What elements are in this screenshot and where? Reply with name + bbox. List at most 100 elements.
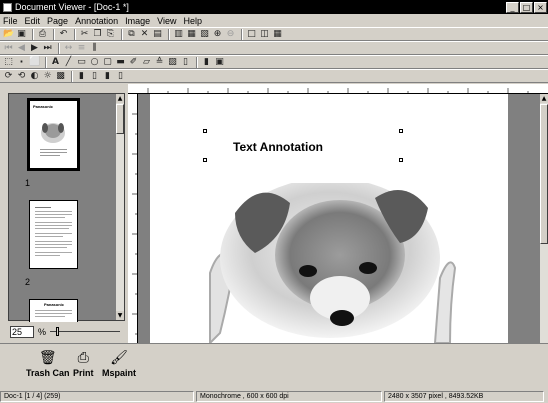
annotation-handle-tl[interactable] [203, 129, 207, 133]
text-annotation[interactable]: Text Annotation [233, 140, 323, 154]
document-page[interactable]: Text Annotation [150, 94, 508, 343]
thumbnail-page-2[interactable] [29, 200, 78, 269]
rotate-icon[interactable]: ⟳ [3, 71, 14, 82]
first-page-icon[interactable]: ⏮ [3, 43, 14, 54]
view-thumbnail-icon[interactable]: ▦ [272, 29, 283, 40]
scroll-down-icon[interactable]: ▼ [116, 311, 124, 320]
zoom-input[interactable]: 25 [10, 325, 34, 338]
filled-rect-icon[interactable]: ▬ [115, 57, 126, 68]
dog-thumbnail-image [40, 123, 67, 156]
status-color: Monochrome , 600 x 600 dpi [196, 391, 382, 402]
status-page: Doc-1 [1 / 4] (259) [0, 391, 194, 402]
scroll-up-icon[interactable]: ▲ [116, 94, 124, 103]
highlighter-icon[interactable]: ▱ [141, 57, 152, 68]
minimize-button[interactable]: _ [506, 1, 519, 13]
window-icon[interactable]: ▣ [214, 57, 225, 68]
page-b-icon[interactable]: ▯ [89, 71, 100, 82]
mspaint-shortcut[interactable]: 🖌 Mspaint [102, 350, 136, 378]
fit-width-icon[interactable]: ↔ [63, 43, 74, 54]
trash-can-shortcut[interactable]: 🗑 Trash Can [26, 350, 70, 378]
move-icon[interactable]: ⬝ [16, 57, 27, 68]
duplicate-icon[interactable]: ⧉ [126, 29, 137, 40]
thumbnail-number-1: 1 [25, 178, 31, 188]
viewer-scroll-up-icon[interactable]: ▲ [540, 94, 548, 103]
menu-page[interactable]: Page [47, 16, 68, 26]
fit-page-icon[interactable]: ≡ [76, 43, 87, 54]
vertical-ruler [128, 94, 138, 343]
filter-icon[interactable]: ▩ [55, 71, 66, 82]
thumbnail-page-1[interactable]: Panasonic [27, 98, 80, 171]
menu-view[interactable]: View [157, 16, 176, 26]
fit-all-icon[interactable]: ⫼ [89, 43, 100, 54]
scroll-thumb[interactable] [116, 104, 124, 134]
line-icon[interactable]: ╱ [63, 57, 74, 68]
app-icon [3, 2, 12, 12]
status-size: 2480 x 3507 pixel , 8493.52KB [384, 391, 544, 402]
page-icon[interactable]: ▮ [201, 57, 212, 68]
annotation-handle-br[interactable] [399, 158, 403, 162]
menu-file[interactable]: File [3, 16, 18, 26]
print-icon[interactable]: ⎙ [37, 29, 48, 40]
menu-image[interactable]: Image [125, 16, 150, 26]
page-add-icon[interactable]: ▤ [152, 29, 163, 40]
thumbnail-page-3[interactable]: Panasonic [29, 299, 78, 322]
zoom-slider[interactable] [50, 326, 121, 337]
page-copy-icon[interactable]: ▦ [186, 29, 197, 40]
page-c-icon[interactable]: ▮ [102, 71, 113, 82]
thumbnail-panel: Panasonic 1 2 Panasonic ▲ ▼ [8, 93, 125, 322]
paint-icon: 🖌 [110, 350, 128, 366]
last-page-icon[interactable]: ⏭ [42, 43, 53, 54]
mspaint-label: Mspaint [102, 368, 137, 378]
copy-icon[interactable]: ❐ [92, 29, 103, 40]
rect-icon[interactable]: ▭ [76, 57, 87, 68]
image-icon[interactable]: ▨ [167, 57, 178, 68]
undo-icon[interactable]: ↶ [58, 29, 69, 40]
page-move-icon[interactable]: ▧ [199, 29, 210, 40]
restore-button[interactable]: □ [520, 1, 533, 13]
shortcut-bar: 🗑 Trash Can ⎙ Print 🖌 Mspaint [0, 343, 548, 389]
delete-icon[interactable]: ✕ [139, 29, 150, 40]
page-insert-icon[interactable]: ▥ [173, 29, 184, 40]
zoom-slider-knob[interactable] [56, 327, 60, 336]
trash-can-label: Trash Can [26, 368, 70, 378]
viewer-scroll-thumb[interactable] [540, 104, 548, 244]
print-label: Print [73, 368, 94, 378]
print-shortcut[interactable]: ⎙ Print [73, 350, 94, 378]
select-icon[interactable]: ⬚ [3, 57, 14, 68]
stamp-icon[interactable]: ≙ [154, 57, 165, 68]
rotate-left-icon[interactable]: ⟲ [16, 71, 27, 82]
view-double-icon[interactable]: ◫ [259, 29, 270, 40]
annotation-handle-tr[interactable] [399, 129, 403, 133]
view-single-icon[interactable]: □ [246, 29, 257, 40]
zoom-out-icon[interactable]: ⊖ [225, 29, 236, 40]
next-page-icon[interactable]: ▶ [29, 43, 40, 54]
thumbnail-scrollbar[interactable]: ▲ ▼ [115, 94, 124, 320]
cut-icon[interactable]: ✂ [79, 29, 90, 40]
copy-annot-icon[interactable]: ⬜ [29, 57, 40, 68]
page-d-icon[interactable]: ▯ [115, 71, 126, 82]
annotation-handle-bl[interactable] [203, 158, 207, 162]
text-page-thumbnail-3 [35, 310, 72, 317]
zoom-in-icon[interactable]: ⊕ [212, 29, 223, 40]
adjust-icon[interactable]: ◐ [29, 71, 40, 82]
title-bar: Document Viewer - [Doc-1 *] _ □ × [0, 0, 548, 14]
menu-annotation[interactable]: Annotation [75, 16, 118, 26]
save-icon[interactable]: ▣ [16, 29, 27, 40]
note-icon[interactable]: ▯ [180, 57, 191, 68]
text-icon[interactable]: A [50, 57, 61, 68]
brightness-icon[interactable]: ☼ [42, 71, 53, 82]
open-icon[interactable]: 📂 [3, 29, 14, 40]
menu-edit[interactable]: Edit [25, 16, 41, 26]
window-title: Document Viewer - [Doc-1 *] [15, 2, 129, 12]
paste-icon[interactable]: ⎘ [105, 29, 116, 40]
page-a-icon[interactable]: ▮ [76, 71, 87, 82]
rounded-rect-icon[interactable]: ▢ [102, 57, 113, 68]
prev-page-icon[interactable]: ◀ [16, 43, 27, 54]
menu-help[interactable]: Help [183, 16, 202, 26]
printer-icon: ⎙ [77, 350, 89, 366]
document-viewer[interactable]: Text Annotation ▲ [128, 84, 548, 343]
close-button[interactable]: × [534, 1, 547, 13]
pen-icon[interactable]: ✐ [128, 57, 139, 68]
ellipse-icon[interactable]: ○ [89, 57, 100, 68]
viewer-scrollbar[interactable]: ▲ [539, 94, 548, 343]
